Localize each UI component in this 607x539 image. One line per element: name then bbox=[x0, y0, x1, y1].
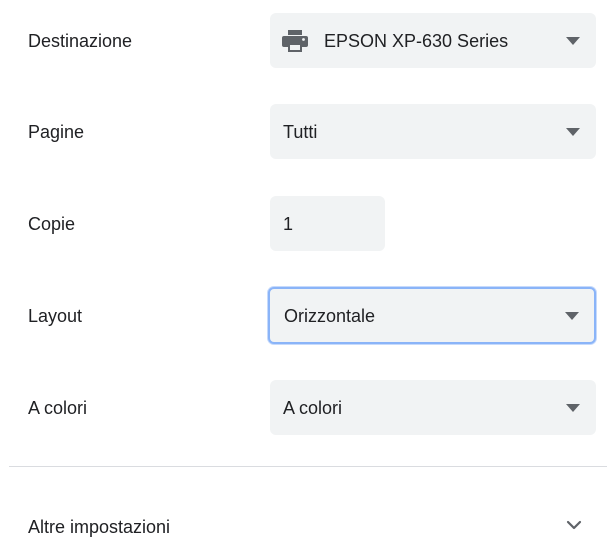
dropdown-arrow-icon bbox=[565, 311, 579, 320]
dropdown-arrow-icon bbox=[566, 127, 580, 136]
copies-value: 1 bbox=[283, 213, 294, 234]
copies-row: Copie 1 bbox=[0, 196, 607, 251]
dropdown-arrow-icon bbox=[566, 36, 580, 45]
divider bbox=[9, 466, 607, 467]
color-row: A colori A colori bbox=[0, 380, 607, 435]
pages-label: Pagine bbox=[28, 122, 85, 142]
destination-select[interactable]: EPSON XP-630 Series bbox=[270, 13, 596, 68]
layout-label: Layout bbox=[28, 306, 83, 326]
copies-label: Copie bbox=[28, 214, 76, 234]
pages-value: Tutti bbox=[283, 121, 318, 142]
layout-select[interactable]: Orizzontale bbox=[268, 287, 596, 344]
chevron-down-icon bbox=[566, 520, 582, 530]
layout-row: Layout Orizzontale bbox=[0, 287, 607, 344]
dropdown-arrow-icon bbox=[566, 403, 580, 412]
destination-label: Destinazione bbox=[28, 31, 133, 51]
destination-value: EPSON XP-630 Series bbox=[324, 30, 509, 51]
color-label: A colori bbox=[28, 398, 88, 418]
printer-icon bbox=[282, 29, 308, 52]
layout-value: Orizzontale bbox=[284, 305, 376, 326]
color-value: A colori bbox=[283, 397, 343, 418]
pages-select[interactable]: Tutti bbox=[270, 104, 596, 159]
more-settings-label: Altre impostazioni bbox=[28, 517, 171, 537]
pages-row: Pagine Tutti bbox=[0, 104, 607, 159]
destination-row: Destinazione EPSON XP-630 Series bbox=[0, 13, 607, 68]
more-settings-toggle[interactable]: Altre impostazioni bbox=[0, 506, 607, 539]
print-settings-panel: Destinazione EPSON XP-630 Series Pagine … bbox=[0, 0, 607, 539]
color-select[interactable]: A colori bbox=[270, 380, 596, 435]
copies-input[interactable]: 1 bbox=[270, 196, 385, 251]
